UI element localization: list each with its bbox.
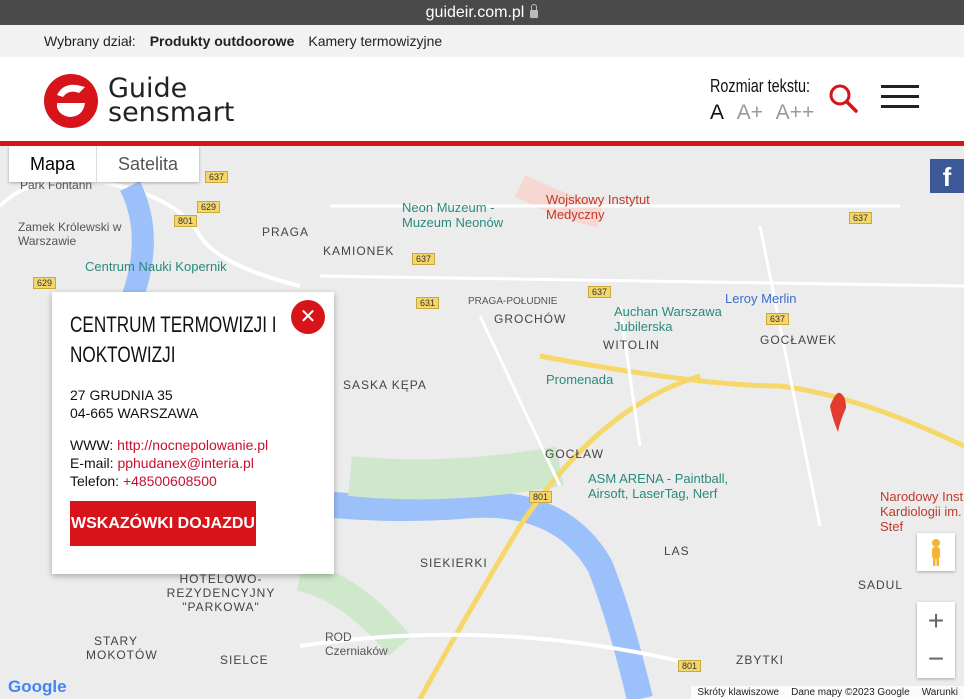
map-label: KAMIONEK — [323, 244, 395, 258]
address-city: 04-665 WARSZAWA — [70, 405, 199, 421]
map-label: GOCŁAWEK — [760, 333, 837, 347]
map-label: Narodowy Inst Kardiologii im. Stef — [880, 489, 964, 534]
map-label: Centrum Nauki Kopernik — [85, 259, 227, 274]
text-size-label: Rozmiar tekstu: — [710, 76, 811, 96]
address-street: 27 GRUDNIA 35 — [70, 387, 173, 403]
map-type-satellite[interactable]: Satelita — [97, 146, 199, 182]
location-address: 27 GRUDNIA 35 04-665 WARSZAWA — [70, 386, 198, 422]
map-label: Auchan Warszawa Jubilerska — [614, 304, 722, 334]
route-shield: 629 — [33, 277, 57, 289]
directions-button[interactable]: WSKAZÓWKI DOJAZDU ⟶ — [70, 501, 256, 577]
map-type-toggle: Mapa Satelita — [9, 146, 200, 182]
text-size-control: Rozmiar tekstu: A A+ A++ — [710, 76, 835, 125]
map-label: Wojskowy Instytut Medyczny — [546, 192, 650, 222]
route-shield: 801 — [529, 491, 553, 503]
map-label: GOCŁAW — [545, 447, 604, 461]
phone-label: Telefon: — [70, 473, 120, 489]
map-label: Zamek Królewski w Warszawie — [18, 220, 122, 248]
text-size-large[interactable]: A+ — [737, 101, 763, 124]
department-outdoor[interactable]: Produkty outdoorowe — [150, 33, 295, 49]
close-icon[interactable]: ✕ — [291, 300, 325, 334]
map-type-map[interactable]: Mapa — [9, 146, 98, 182]
facebook-icon[interactable]: f — [930, 159, 964, 193]
browser-url-bar[interactable]: guideir.com.pl — [0, 0, 964, 25]
map-label: ASM ARENA - Paintball, Airsoft, LaserTag… — [588, 471, 729, 501]
map-label: WITOLIN — [603, 338, 660, 352]
text-size-xlarge[interactable]: A++ — [776, 101, 815, 124]
keyboard-shortcuts-link[interactable]: Skróty klawiszowe — [697, 687, 779, 698]
www-link[interactable]: http://nocnepolowanie.pl — [117, 437, 268, 453]
logo-line-2: sensmart — [108, 97, 235, 128]
map-label: Promenada — [546, 372, 614, 387]
logo-wordmark[interactable]: Guide sensmart — [108, 75, 235, 128]
map-label: SIEKIERKI — [420, 556, 488, 570]
map-label: Leroy Merlin — [725, 291, 797, 306]
map-label: PRAGA — [262, 225, 310, 239]
menu-icon[interactable] — [881, 85, 919, 109]
guide-logo-icon[interactable] — [43, 73, 99, 129]
route-shield: 637 — [205, 171, 229, 183]
route-shield: 801 — [678, 660, 702, 672]
zoom-out-button[interactable]: − — [917, 640, 955, 678]
lock-icon — [530, 4, 539, 18]
location-title: CENTRUM TERMOWIZJI I NOKTOWIZJI — [70, 312, 277, 367]
street-view-pegman-icon[interactable] — [917, 533, 955, 571]
route-shield: 637 — [766, 313, 790, 325]
map-label: SADUL — [858, 578, 904, 592]
location-info-window: CENTRUM TERMOWIZJI I NOKTOWIZJI ✕ 27 GRU… — [52, 292, 334, 577]
route-shield: 631 — [416, 297, 440, 309]
map-label: ZBYTKI — [736, 653, 785, 667]
text-size-normal[interactable]: A — [710, 101, 724, 124]
department-thermal-cameras[interactable]: Kamery termowizyjne — [308, 33, 442, 49]
zoom-control: + − — [917, 602, 955, 678]
department-label: Wybrany dział: — [44, 33, 136, 49]
site-header: Guide sensmart Rozmiar tekstu: A A+ A++ — [0, 57, 964, 141]
route-shield: 637 — [412, 253, 436, 265]
route-shield: 637 — [849, 212, 873, 224]
map-label: SASKA KĘPA — [343, 378, 427, 392]
search-icon[interactable] — [828, 83, 858, 113]
terms-link[interactable]: Warunki — [922, 687, 958, 698]
map-label: LAS — [664, 544, 690, 558]
route-shield: 801 — [174, 215, 198, 227]
map-label: STARY MOKOTÓW — [86, 634, 158, 662]
map-label: PRAGA-POŁUDNIE — [468, 296, 558, 307]
zoom-in-button[interactable]: + — [917, 602, 955, 640]
map-label: ROD Czerniaków — [325, 630, 388, 658]
www-label: WWW: — [70, 437, 114, 453]
map-footer-links: Skróty klawiszowe Dane mapy ©2023 Google… — [691, 686, 964, 699]
map-label: SIELCE — [220, 653, 269, 667]
route-shield: 629 — [197, 201, 221, 213]
phone-link[interactable]: +48500608500 — [123, 473, 217, 489]
map-label: GROCHÓW — [494, 312, 567, 326]
map-label: Neon Muzeum - Muzeum Neonów — [402, 200, 504, 230]
google-map[interactable]: Park Fontann Zamek Królewski w Warszawie… — [0, 146, 964, 699]
route-shield: 637 — [588, 286, 612, 298]
map-data-attribution: Dane mapy ©2023 Google — [791, 687, 910, 698]
google-logo: Google — [8, 677, 67, 696]
email-link[interactable]: pphudanex@interia.pl — [117, 455, 253, 471]
email-label: E-mail: — [70, 455, 114, 471]
department-bar: Wybrany dział: Produkty outdoorowe Kamer… — [0, 25, 964, 57]
location-contact: WWW: http://nocnepolowanie.pl E-mail: pp… — [70, 436, 268, 490]
url-text: guideir.com.pl — [425, 3, 525, 21]
